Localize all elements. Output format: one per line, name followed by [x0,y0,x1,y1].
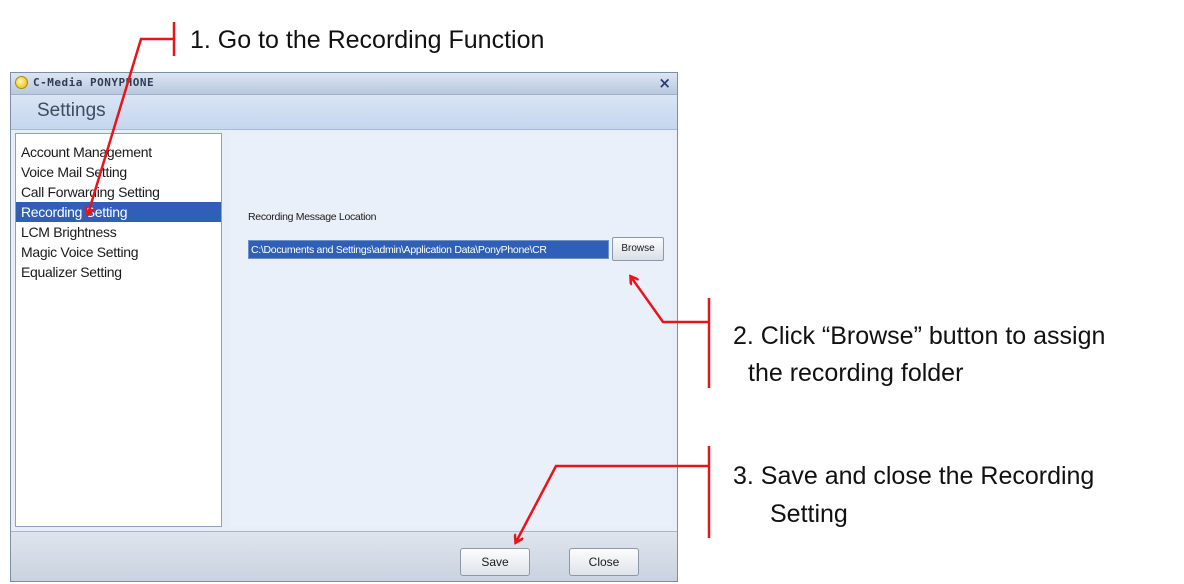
callout1-leader [88,37,174,214]
callout-overlay [0,22,711,584]
callout3-leader [516,464,709,542]
callout2-leader [631,277,709,324]
